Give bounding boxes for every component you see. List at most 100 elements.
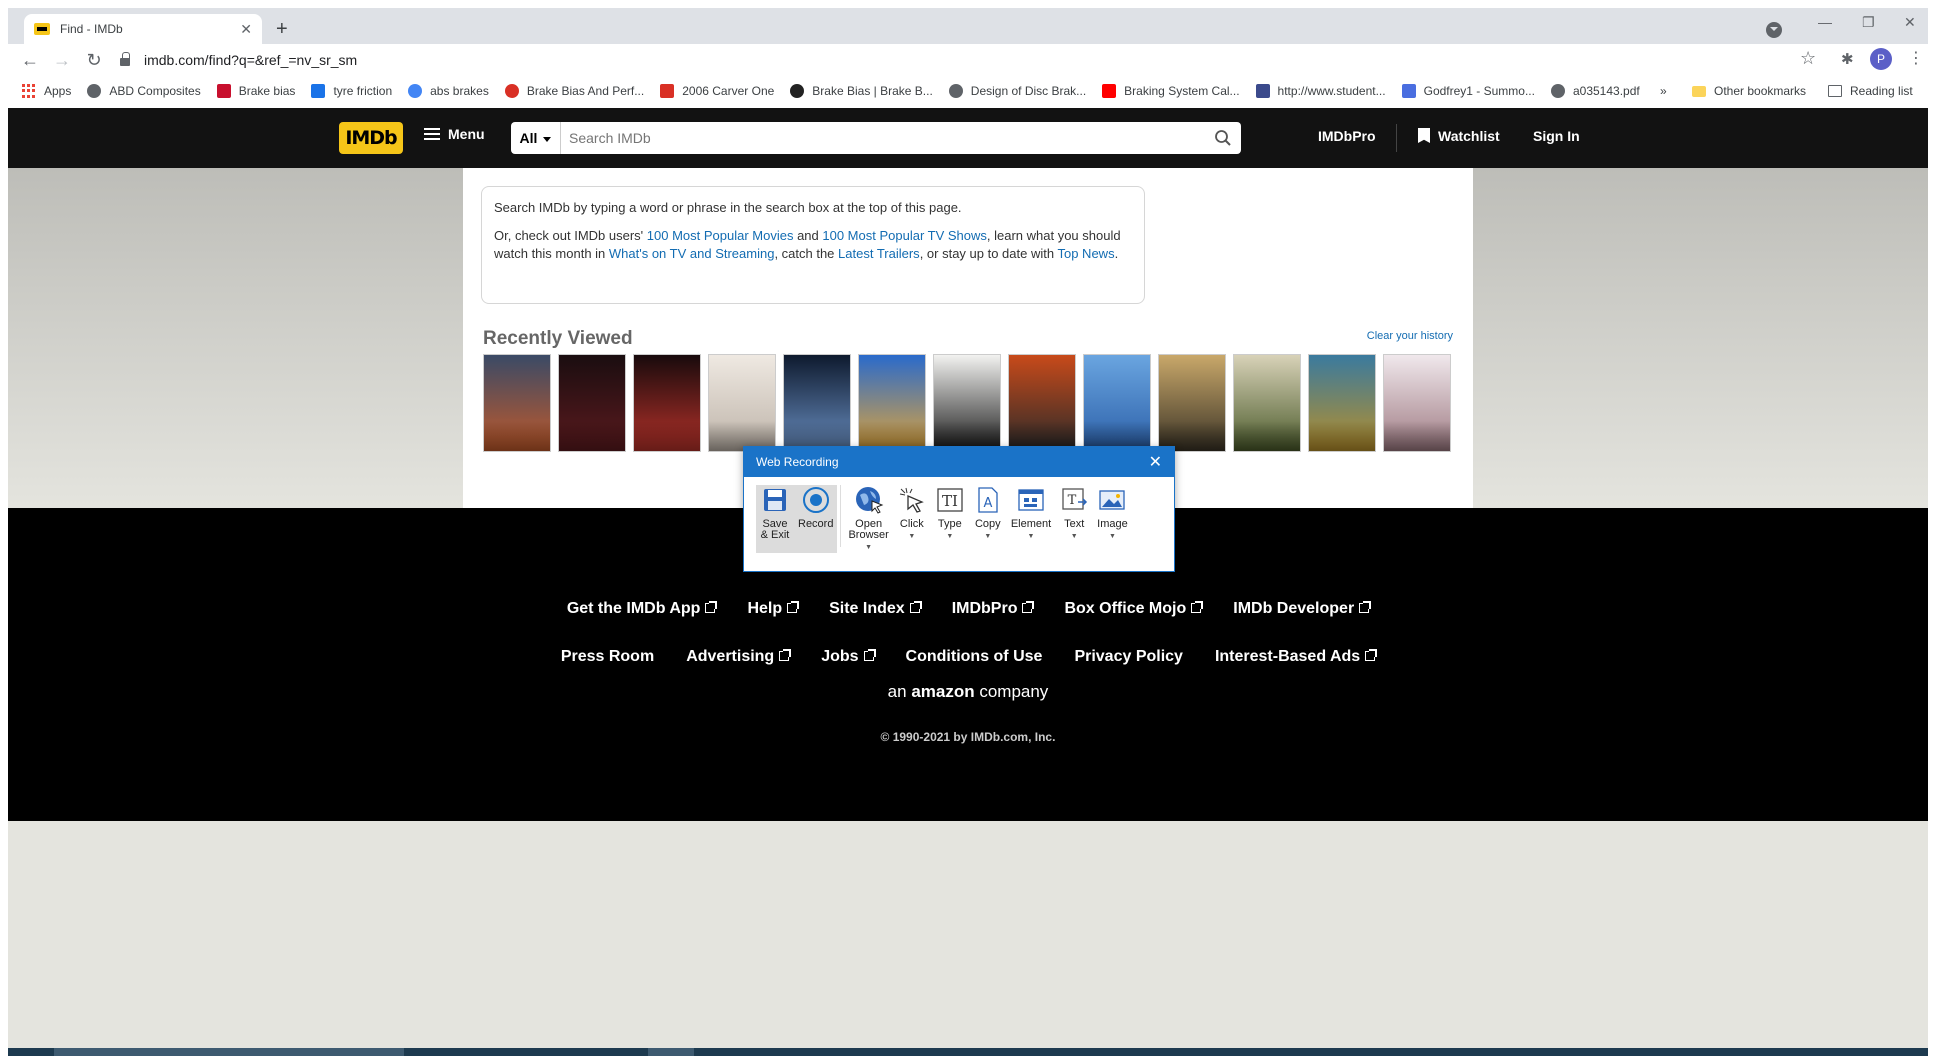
footer-link[interactable]: Jobs (821, 648, 876, 666)
footer-link-label: Press Room (560, 648, 655, 665)
svg-text:TI: TI (942, 492, 958, 510)
movie-poster[interactable] (1308, 354, 1376, 452)
restore-icon[interactable]: ❐ (1862, 14, 1875, 31)
back-icon[interactable]: ← (14, 50, 46, 71)
footer-link[interactable]: Interest-Based Ads (1215, 648, 1378, 666)
text-button[interactable]: T Text ▼ (1055, 485, 1093, 542)
bookmark-item[interactable]: Apps (22, 84, 71, 98)
footer-link[interactable]: IMDb Developer (1233, 600, 1372, 618)
window-close-icon[interactable]: ✕ (1904, 14, 1916, 31)
image-button[interactable]: Image ▼ (1093, 485, 1132, 542)
movie-poster[interactable] (1008, 354, 1076, 452)
help-text: , catch the (774, 246, 839, 261)
recently-viewed-posters (483, 354, 1451, 452)
element-button[interactable]: Element ▼ (1007, 485, 1055, 542)
forward-icon[interactable]: → (46, 50, 78, 71)
reading-list[interactable]: Reading list (1828, 76, 1913, 106)
footer-link[interactable]: Get the IMDb App (567, 600, 718, 618)
copy-icon: A (973, 485, 1003, 515)
new-tab-icon[interactable]: + (276, 18, 288, 41)
save-exit-button[interactable]: Save & Exit (756, 485, 794, 553)
movie-poster[interactable] (1158, 354, 1226, 452)
amazon-company-logo[interactable]: an amazon company (8, 682, 1928, 702)
bookmark-item[interactable]: ABD Composites (87, 84, 201, 98)
top-news-link[interactable]: Top News (1057, 246, 1114, 261)
search-category-dropdown[interactable]: All (511, 122, 561, 154)
footer-links-row-2: Press Room Advertising Jobs Conditions of U… (8, 648, 1928, 666)
imdb-navbar: IMDb Menu All IMDbPro Watchlist Sign In (8, 108, 1928, 168)
search-input[interactable] (561, 123, 1205, 153)
footer-link[interactable]: Site Index (829, 600, 922, 618)
text-icon: T (1059, 485, 1089, 515)
footer-link[interactable]: Conditions of Use (906, 648, 1043, 666)
footer-link[interactable]: Press Room (561, 648, 654, 666)
other-bookmarks[interactable]: Other bookmarks (1692, 76, 1806, 106)
footer-link-label: Conditions of Use (905, 648, 1043, 665)
search-button[interactable] (1205, 122, 1241, 154)
footer-link[interactable]: Box Office Mojo (1064, 600, 1204, 618)
dropdown-arrow-icon: ▼ (946, 533, 954, 540)
watchlist-link[interactable]: Watchlist (1418, 128, 1500, 144)
popular-movies-link[interactable]: 100 Most Popular Movies (647, 228, 794, 243)
movie-poster[interactable] (1233, 354, 1301, 452)
bookmark-item[interactable]: Brake Bias And Perf... (504, 84, 644, 98)
bookmark-item[interactable]: abs brakes (408, 84, 489, 98)
movie-poster[interactable] (708, 354, 776, 452)
footer-link[interactable]: Advertising (686, 648, 792, 666)
movie-poster[interactable] (1083, 354, 1151, 452)
browser-tab-strip: Find - IMDb ✕ + — ❐ ✕ (8, 8, 1928, 44)
movie-poster[interactable] (558, 354, 626, 452)
tool-label: Element (1010, 518, 1052, 530)
chrome-menu-icon[interactable]: ⋮ (1908, 48, 1924, 68)
copy-button[interactable]: A Copy ▼ (969, 485, 1007, 542)
open-browser-button[interactable]: Open Browser ▼ (844, 485, 892, 553)
bookmark-label: Brake bias (238, 84, 296, 98)
bookmark-item[interactable]: Brake Bias | Brake B... (790, 84, 933, 98)
profile-avatar[interactable]: P (1870, 48, 1892, 70)
movie-poster[interactable] (1383, 354, 1451, 452)
bookmark-item[interactable]: 2006 Carver One (660, 84, 774, 98)
bookmark-item[interactable]: Godfrey1 - Summo... (1401, 84, 1535, 98)
address-bar[interactable]: imdb.com/find?q=&ref_=nv_sr_sm (120, 46, 1810, 74)
movie-poster[interactable] (783, 354, 851, 452)
shield-icon (1255, 84, 1270, 98)
imdbpro-link[interactable]: IMDbPro (1318, 128, 1376, 144)
bookmark-item[interactable]: Brake bias (216, 84, 296, 98)
type-button[interactable]: TI Type ▼ (931, 485, 969, 542)
minimize-icon[interactable]: — (1818, 14, 1832, 30)
movie-poster[interactable] (933, 354, 1001, 452)
movie-poster[interactable] (633, 354, 701, 452)
latest-trailers-link[interactable]: Latest Trailers (838, 246, 920, 261)
bookmarks-overflow-icon[interactable]: » (1660, 76, 1667, 106)
popular-tv-link[interactable]: 100 Most Popular TV Shows (822, 228, 987, 243)
tab-close-icon[interactable]: ✕ (240, 21, 252, 38)
movie-poster[interactable] (858, 354, 926, 452)
footer-link[interactable]: Help (747, 600, 800, 618)
footer-link[interactable]: Privacy Policy (1074, 648, 1183, 666)
bookmark-item[interactable]: tyre friction (311, 84, 392, 98)
m-logo-icon (311, 84, 326, 98)
movie-poster[interactable] (483, 354, 551, 452)
pdf-icon (660, 84, 675, 98)
click-button[interactable]: Click ▼ (893, 485, 931, 542)
tab-search-icon[interactable] (1766, 22, 1782, 38)
taskbar-strip (8, 1048, 1928, 1056)
footer-link[interactable]: IMDbPro (952, 600, 1035, 618)
reload-icon[interactable]: ↻ (78, 50, 110, 71)
extensions-icon[interactable]: ✱ (1841, 50, 1854, 68)
bookmark-item[interactable]: Design of Disc Brak... (948, 84, 1086, 98)
imdb-logo[interactable]: IMDb (339, 122, 403, 154)
bookmark-item[interactable]: Braking System Cal... (1102, 84, 1240, 98)
bookmark-star-icon[interactable]: ☆ (1800, 48, 1816, 69)
browser-tab[interactable]: Find - IMDb ✕ (24, 14, 262, 44)
close-icon[interactable]: ✕ (1149, 452, 1162, 472)
whats-on-tv-link[interactable]: What's on TV and Streaming (609, 246, 775, 261)
footer-link-label: Jobs (821, 648, 859, 665)
clear-history-link[interactable]: Clear your history (1367, 330, 1453, 342)
signin-link[interactable]: Sign In (1533, 128, 1580, 144)
menu-button[interactable]: Menu (424, 126, 485, 142)
bookmark-item[interactable]: a035143.pdf (1550, 84, 1640, 98)
menu-label: Menu (448, 126, 485, 142)
record-button[interactable]: Record (794, 485, 838, 553)
bookmark-item[interactable]: http://www.student... (1255, 84, 1386, 98)
